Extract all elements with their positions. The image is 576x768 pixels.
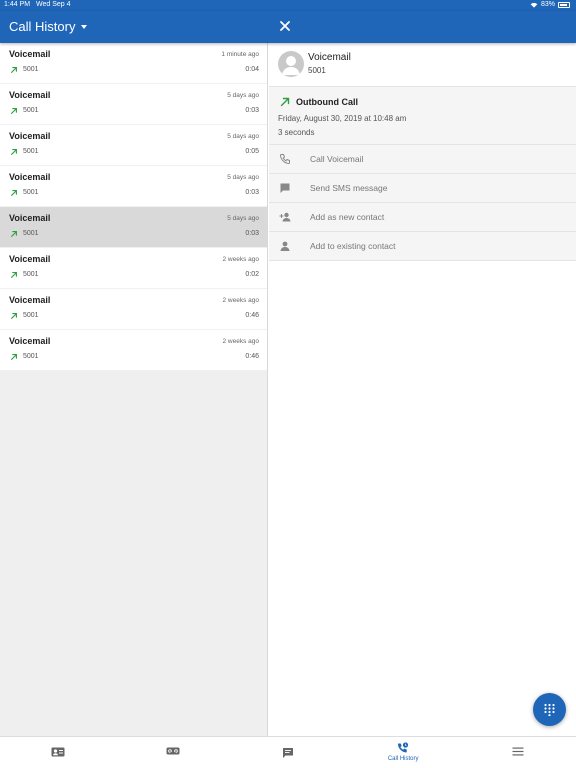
call-time: 2 weeks ago — [222, 297, 260, 304]
send-sms-action[interactable]: Send SMS message — [269, 174, 576, 203]
call-row[interactable]: Voicemail 5 days ago 5001 0:03 — [0, 84, 267, 125]
outbound-arrow-icon — [11, 149, 17, 155]
call-detail-panel: Voicemail 5001 Outbound Call Friday, Aug… — [269, 43, 576, 736]
call-detail: Outbound Call Friday, August 30, 2019 at… — [269, 87, 576, 145]
outbound-arrow-icon — [11, 354, 17, 360]
call-time: 5 days ago — [227, 215, 259, 222]
call-name: Voicemail — [9, 131, 51, 141]
call-name: Voicemail — [9, 49, 51, 59]
nav-label: Call History — [387, 756, 419, 762]
call-time: 2 weeks ago — [222, 338, 260, 345]
call-duration: 0:03 — [245, 107, 259, 114]
call-duration: 0:03 — [245, 189, 259, 196]
avatar — [278, 51, 304, 77]
call-duration: 0:46 — [245, 312, 259, 319]
outbound-arrow-icon — [280, 97, 290, 107]
call-number: 5001 — [23, 66, 39, 73]
call-name: Voicemail — [9, 336, 51, 346]
messages-icon — [282, 748, 293, 758]
call-duration: 0:02 — [245, 271, 259, 278]
call-number: 5001 — [23, 148, 39, 155]
call-number: 5001 — [23, 230, 39, 237]
call-row[interactable]: Voicemail 2 weeks ago 5001 0:02 — [0, 248, 267, 289]
call-time: 1 minute ago — [221, 51, 259, 58]
call-name: Voicemail — [9, 172, 51, 182]
nav-voicemail[interactable] — [115, 737, 230, 768]
call-name: Voicemail — [9, 295, 51, 305]
call-date: Friday, August 30, 2019 at 10:48 am — [278, 114, 407, 123]
call-history-icon — [398, 742, 409, 753]
action-label: Send SMS message — [310, 183, 388, 193]
battery-icon — [558, 1, 570, 8]
contacts-icon — [51, 747, 65, 757]
call-name: Voicemail — [9, 213, 51, 223]
contact-name: Voicemail — [308, 52, 351, 63]
call-name: Voicemail — [9, 254, 51, 264]
dialpad-button[interactable] — [533, 693, 566, 726]
nav-messages[interactable] — [230, 737, 345, 768]
bottom-nav: Call History — [0, 736, 576, 768]
call-time: 5 days ago — [227, 174, 259, 181]
call-list: Voicemail 1 minute ago 5001 0:04 Voicema… — [0, 43, 267, 371]
status-time: 1:44 PM — [4, 1, 31, 8]
wifi-icon — [530, 2, 538, 8]
call-number: 5001 — [23, 271, 39, 278]
call-duration: 0:05 — [245, 148, 259, 155]
call-row[interactable]: Voicemail 2 weeks ago 5001 0:46 — [0, 289, 267, 330]
call-type: Outbound Call — [296, 97, 358, 107]
nav-menu[interactable] — [461, 737, 576, 768]
action-label: Add as new contact — [310, 212, 385, 222]
close-icon[interactable] — [278, 19, 292, 33]
action-label: Call Voicemail — [310, 154, 364, 164]
call-duration-detail: 3 seconds — [278, 128, 315, 137]
call-number: 5001 — [23, 353, 39, 360]
call-row[interactable]: Voicemail 5 days ago 5001 0:03 — [0, 207, 267, 248]
person-icon — [280, 241, 290, 251]
person-avatar-icon — [282, 56, 300, 75]
battery-percent: 83% — [540, 1, 555, 8]
caret-down-icon — [81, 24, 88, 29]
outbound-arrow-icon — [11, 67, 17, 73]
call-number: 5001 — [23, 107, 39, 114]
call-duration: 0:03 — [245, 230, 259, 237]
call-row[interactable]: Voicemail 5 days ago 5001 0:05 — [0, 125, 267, 166]
call-row[interactable]: Voicemail 2 weeks ago 5001 0:46 — [0, 330, 267, 371]
menu-icon — [512, 747, 524, 756]
call-number: 5001 — [23, 312, 39, 319]
nav-call-history[interactable]: Call History — [346, 737, 461, 768]
call-row[interactable]: Voicemail 5 days ago 5001 0:03 — [0, 166, 267, 207]
call-time: 5 days ago — [227, 92, 259, 99]
outbound-arrow-icon — [11, 313, 17, 319]
nav-contacts[interactable] — [0, 737, 115, 768]
call-number: 5001 — [23, 189, 39, 196]
header-title: Call History — [9, 19, 76, 34]
call-row[interactable]: Voicemail 1 minute ago 5001 0:04 — [0, 43, 267, 84]
outbound-arrow-icon — [11, 272, 17, 278]
status-bar: 1:44 PM Wed Sep 4 83% — [0, 0, 576, 11]
dialpad-icon — [544, 703, 555, 716]
add-new-contact-action[interactable]: Add as new contact — [269, 203, 576, 232]
outbound-arrow-icon — [11, 190, 17, 196]
person-add-icon — [279, 212, 291, 222]
contact-number: 5001 — [308, 66, 326, 75]
call-voicemail-action[interactable]: Call Voicemail — [269, 145, 576, 174]
phone-icon — [279, 154, 290, 165]
call-duration: 0:04 — [245, 66, 259, 73]
app-header: Call History — [0, 11, 576, 43]
call-time: 5 days ago — [227, 133, 259, 140]
status-date: Wed Sep 4 — [36, 1, 71, 8]
status-right: 83% — [530, 1, 570, 8]
call-name: Voicemail — [9, 90, 51, 100]
chat-icon — [280, 183, 290, 193]
outbound-arrow-icon — [11, 231, 17, 237]
call-list-panel: Voicemail 1 minute ago 5001 0:04 Voicema… — [0, 43, 268, 736]
call-time: 2 weeks ago — [222, 256, 260, 263]
voicemail-icon — [166, 747, 180, 755]
call-history-dropdown[interactable]: Call History — [9, 19, 88, 34]
add-existing-contact-action[interactable]: Add to existing contact — [269, 232, 576, 261]
contact-header: Voicemail 5001 — [269, 43, 576, 87]
outbound-arrow-icon — [11, 108, 17, 114]
action-label: Add to existing contact — [310, 241, 396, 251]
call-duration: 0:46 — [245, 353, 259, 360]
